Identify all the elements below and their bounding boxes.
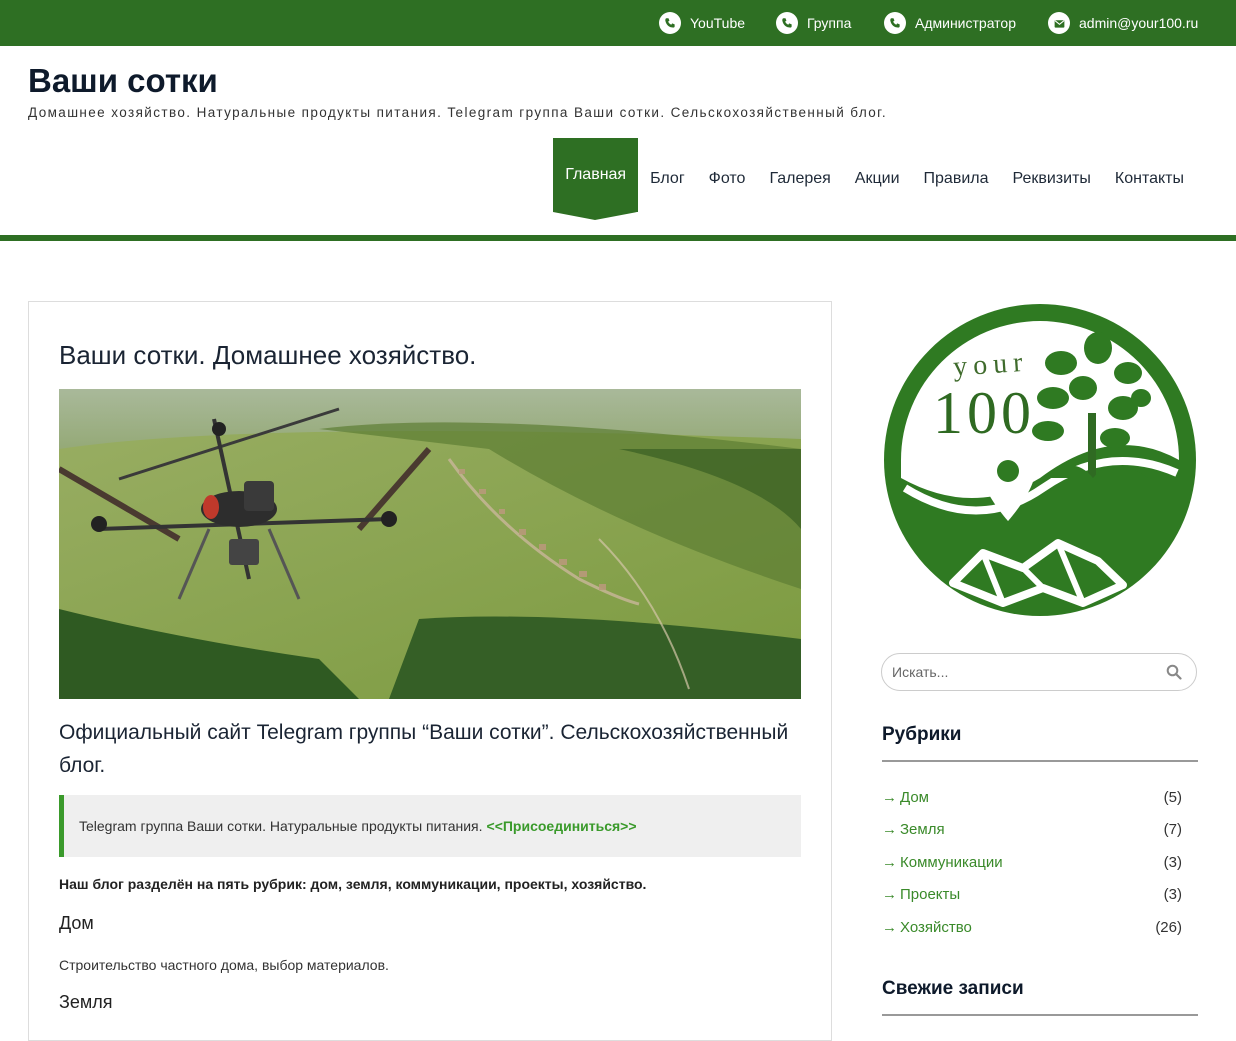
callout-text: Telegram группа Ваши сотки. Натуральные … (79, 818, 483, 834)
phone-icon (659, 12, 681, 34)
nav-item-blog[interactable]: Блог (638, 138, 697, 220)
nav-item-rules[interactable]: Правила (912, 138, 1001, 220)
category-count: (7) (1163, 821, 1182, 838)
site-description: Домашнее хозяйство. Натуральные продукты… (28, 105, 887, 120)
topbar-label: admin@your100.ru (1079, 15, 1199, 31)
category-label[interactable]: Проекты (900, 886, 960, 906)
category-count: (26) (1155, 919, 1182, 936)
categories-title: Рубрики (882, 724, 962, 745)
blog-intro: Наш блог разделён на пять рубрик: дом, з… (59, 876, 647, 892)
category-item-dom[interactable]: → Дом (5) (882, 789, 1182, 809)
join-link[interactable]: <<Присоединиться>> (487, 818, 637, 834)
arrow-right-icon: → (882, 789, 897, 806)
search-icon[interactable] (1166, 664, 1182, 680)
phone-icon (776, 12, 798, 34)
section-heading-zemlya: Земля (59, 992, 113, 1012)
topbar-group-link[interactable]: Группа (776, 11, 851, 35)
logo-word: your (952, 347, 1029, 383)
category-item-khozyaystvo[interactable]: → Хозяйство (26) (882, 919, 1182, 939)
search-input[interactable] (892, 662, 1152, 682)
recent-posts-divider (882, 1014, 1198, 1016)
topbar-label: YouTube (690, 15, 746, 31)
section-text-dom: Строительство частного дома, выбор матер… (59, 957, 389, 973)
telegram-callout: Telegram группа Ваши сотки. Натуральные … (59, 795, 801, 857)
category-count: (3) (1163, 886, 1182, 903)
post-card: Ваши сотки. Домашнее хозяйство. Официаль… (28, 301, 832, 1041)
your100-logo[interactable]: your 100 (883, 303, 1197, 617)
arrow-right-icon: → (882, 854, 897, 871)
topbar-label: Группа (807, 15, 852, 31)
category-count: (5) (1163, 789, 1182, 806)
arrow-right-icon: → (882, 919, 897, 936)
category-label[interactable]: Дом (900, 789, 929, 809)
nav-item-home[interactable]: Главная (553, 138, 639, 220)
nav-item-requisites[interactable]: Реквизиты (1000, 138, 1102, 220)
nav-item-gallery[interactable]: Галерея (757, 138, 842, 220)
section-heading-dom: Дом (59, 913, 94, 933)
recent-posts-title: Свежие записи (882, 978, 1024, 999)
nav-item-photo[interactable]: Фото (697, 138, 758, 220)
topbar-youtube-link[interactable]: YouTube (659, 11, 745, 35)
main-navigation: Главная Блог Фото Галерея Акции Правила … (553, 138, 1196, 220)
post-lead: Официальный сайт Telegram группы “Ваши с… (59, 721, 789, 777)
post-title[interactable]: Ваши сотки. Домашнее хозяйство. (59, 340, 476, 371)
top-contact-bar: YouTube Группа Администратор admin@your1… (0, 0, 1236, 46)
topbar-admin-link[interactable]: Администратор (884, 11, 1016, 35)
logo-number: 100 (933, 380, 1035, 446)
arrow-right-icon: → (882, 821, 897, 838)
categories-divider (882, 760, 1198, 762)
nav-item-promotions[interactable]: Акции (843, 138, 912, 220)
category-item-kommunikatsii[interactable]: → Коммуникации (3) (882, 854, 1182, 874)
category-count: (3) (1163, 854, 1182, 871)
category-item-zemlya[interactable]: → Земля (7) (882, 821, 1182, 841)
envelope-icon (1048, 12, 1070, 34)
category-item-proekty[interactable]: → Проекты (3) (882, 886, 1182, 906)
category-label[interactable]: Земля (900, 821, 945, 841)
category-label[interactable]: Коммуникации (900, 854, 1003, 874)
topbar-email-link[interactable]: admin@your100.ru (1048, 11, 1198, 35)
phone-icon (884, 12, 906, 34)
topbar-label: Администратор (915, 15, 1017, 31)
search-box (881, 653, 1197, 691)
nav-item-contacts[interactable]: Контакты (1103, 138, 1196, 220)
hero-image-drone-over-village (59, 389, 801, 699)
nav-divider (0, 235, 1236, 241)
category-label[interactable]: Хозяйство (900, 919, 972, 939)
site-title[interactable]: Ваши сотки (28, 62, 218, 100)
arrow-right-icon: → (882, 886, 897, 903)
